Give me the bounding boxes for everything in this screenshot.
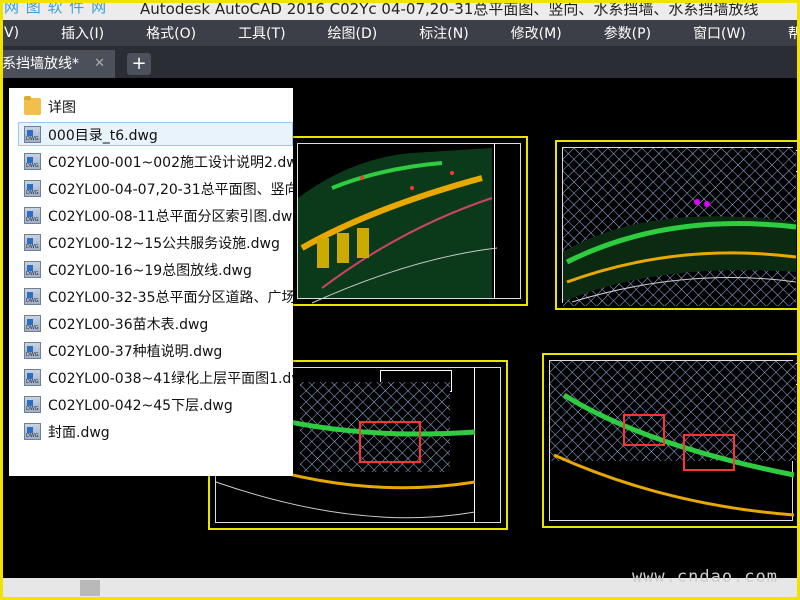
menu-modify[interactable]: 修改(M) — [507, 23, 566, 43]
menu-format[interactable]: 格式(O) — [142, 23, 200, 43]
file-name: C02YL00-16~19总图放线.dwg — [48, 263, 252, 279]
dwg-file-icon — [24, 207, 41, 224]
dwg-file-icon — [24, 153, 41, 170]
dwg-file-icon — [24, 369, 41, 386]
scrollbar-thumb[interactable] — [80, 580, 100, 596]
file-name: 详图 — [48, 100, 76, 116]
file-name: 封面.dwg — [48, 425, 110, 441]
file-name: C02YL00-12~15公共服务设施.dwg — [48, 236, 280, 252]
drawing-sheet-4 — [542, 353, 800, 528]
site-plan-graphic — [298, 148, 498, 304]
list-item[interactable]: C02YL00-16~19总图放线.dwg — [9, 257, 293, 281]
list-item[interactable]: 000目录_t6.dwg — [9, 122, 293, 146]
file-name: C02YL00-001~002施工设计说明2.dwg — [48, 155, 293, 171]
dwg-file-icon — [24, 315, 41, 332]
list-item[interactable]: C02YL00-04-07,20-31总平面图、竖向.dwg — [9, 176, 293, 200]
list-item[interactable]: C02YL00-12~15公共服务设施.dwg — [9, 230, 293, 254]
file-name: 000目录_t6.dwg — [48, 128, 158, 144]
folder-icon — [24, 96, 41, 115]
list-item[interactable]: C02YL00-32-35总平面分区道路、广场.dwg — [9, 284, 293, 308]
menu-help[interactable]: 帮助(H) — [784, 23, 800, 43]
file-name: C02YL00-36苗木表.dwg — [48, 317, 209, 333]
dwg-file-icon — [24, 288, 41, 305]
list-item[interactable]: C02YL00-042~45下层.dwg — [9, 392, 293, 416]
file-name: C02YL00-08-11总平面分区索引图.dwg — [48, 209, 293, 225]
dwg-file-icon — [24, 261, 41, 278]
file-name: C02YL00-32-35总平面分区道路、广场.dwg — [48, 290, 293, 306]
menu-draw[interactable]: 绘图(D) — [324, 23, 382, 43]
document-tab-bar: 系挡墙放线* ✕ — [0, 46, 800, 78]
list-item[interactable]: C02YL00-37种植说明.dwg — [9, 338, 293, 362]
list-item[interactable]: C02YL00-08-11总平面分区索引图.dwg — [9, 203, 293, 227]
new-tab-button[interactable]: + — [127, 53, 151, 75]
file-name: C02YL00-37种植说明.dwg — [48, 344, 223, 360]
site-plan-graphic — [563, 148, 797, 306]
dwg-file-icon — [24, 126, 41, 143]
close-icon[interactable]: ✕ — [94, 50, 105, 78]
menu-bar: V) 插入(I) 格式(O) 工具(T) 绘图(D) 标注(N) 修改(M) 参… — [0, 20, 800, 46]
menu-parametric[interactable]: 参数(P) — [600, 23, 655, 43]
site-logo: 网 图 软 件 网 — [4, 0, 108, 16]
menu-insert[interactable]: 插入(I) — [57, 23, 108, 43]
file-name: C02YL00-04-07,20-31总平面图、竖向.dwg — [48, 182, 293, 198]
menu-dimension[interactable]: 标注(N) — [415, 23, 472, 43]
watermark: www.cndao.com — [631, 567, 778, 587]
dwg-file-icon — [24, 342, 41, 359]
tab-label: 系挡墙放线* — [2, 56, 79, 72]
drawing-sheet-1 — [290, 136, 528, 306]
title-bar: 网 图 软 件 网 Autodesk AutoCAD 2016 C02Yс 04… — [0, 0, 800, 20]
menu-tools[interactable]: 工具(T) — [234, 23, 289, 43]
menu-view[interactable]: V) — [0, 25, 23, 41]
site-plan-graphic — [550, 361, 796, 517]
window-title: Autodesk AutoCAD 2016 C02Yс 04-07,20-31总… — [140, 0, 759, 18]
file-name: C02YL00-038~41绿化上层平面图1.dwg — [48, 371, 293, 387]
dwg-file-icon — [24, 234, 41, 251]
tab-active-drawing[interactable]: 系挡墙放线* ✕ — [0, 50, 115, 78]
list-item[interactable]: C02YL00-36苗木表.dwg — [9, 311, 293, 335]
file-name: C02YL00-042~45下层.dwg — [48, 398, 233, 414]
menu-window[interactable]: 窗口(W) — [689, 23, 750, 43]
list-item[interactable]: 封面.dwg — [9, 419, 293, 443]
list-item[interactable]: C02YL00-038~41绿化上层平面图1.dwg — [9, 365, 293, 389]
dwg-file-icon — [24, 423, 41, 440]
list-item[interactable]: C02YL00-001~002施工设计说明2.dwg — [9, 149, 293, 173]
file-list-popup: 详图 000目录_t6.dwg C02YL00-001~002施工设计说明2.d… — [9, 88, 293, 476]
drawing-sheet-2 — [555, 140, 800, 310]
list-item[interactable]: 详图 — [9, 94, 293, 118]
dwg-file-icon — [24, 180, 41, 197]
dwg-file-icon — [24, 396, 41, 413]
